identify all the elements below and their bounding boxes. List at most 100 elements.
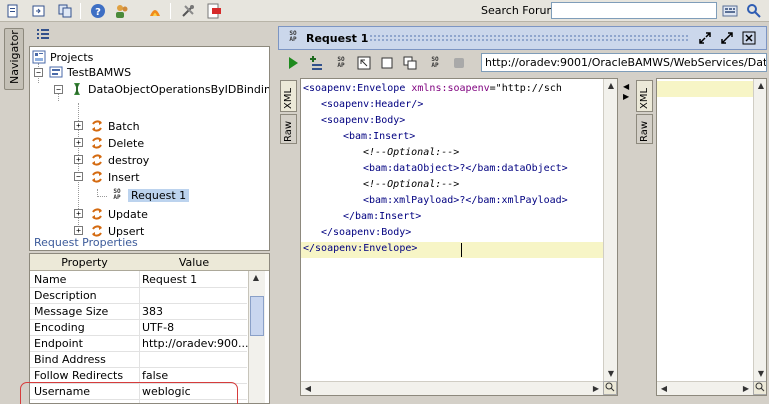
tree-toggle-expand[interactable]: + bbox=[74, 155, 83, 164]
recreate-request-icon[interactable] bbox=[355, 54, 373, 72]
property-key: Name bbox=[34, 273, 67, 286]
table-row[interactable]: Name Request 1 bbox=[30, 272, 247, 288]
response-xml-editor[interactable]: ▲ ▼ ◀ ▶ bbox=[656, 78, 767, 396]
create-empty-request-icon[interactable] bbox=[378, 54, 396, 72]
tree-toggle-expand[interactable]: + bbox=[74, 209, 83, 218]
clone-request-icon[interactable]: SO AP bbox=[332, 54, 350, 72]
scrollbar-thumb[interactable] bbox=[250, 296, 264, 336]
endpoint-url-field[interactable]: http://oradev:9001/OracleBAMWS/WebServic… bbox=[481, 53, 767, 72]
editor-horizontal-scrollbar[interactable]: ◀ ▶ bbox=[301, 381, 603, 395]
editor-vertical-scrollbar[interactable]: ▲ ▼ bbox=[603, 79, 617, 381]
navigator-panel: Projects − TestBAMWS − DataObjectOperati… bbox=[27, 24, 272, 404]
tree-node-operation[interactable]: Delete bbox=[90, 135, 144, 151]
code-line: <soapenv:Body> bbox=[321, 115, 406, 126]
table-row[interactable]: Description bbox=[30, 288, 247, 304]
tree-node-operation[interactable]: destroy bbox=[90, 152, 149, 168]
code-line: </bam:Insert> bbox=[343, 211, 422, 222]
property-value[interactable]: UTF-8 bbox=[142, 321, 174, 334]
operation-icon bbox=[90, 207, 104, 221]
collapse-all-icon[interactable] bbox=[34, 25, 52, 43]
code-line: <bam:xmlPayload>?</bam:xmlPayload> bbox=[363, 195, 568, 206]
property-value[interactable]: Request 1 bbox=[142, 273, 197, 286]
navigator-tab[interactable]: Navigator bbox=[4, 28, 24, 90]
find-icon[interactable] bbox=[753, 381, 766, 395]
tab-xml[interactable]: XML bbox=[280, 80, 297, 112]
property-key: Message Size bbox=[34, 305, 109, 318]
dock-icon[interactable] bbox=[697, 30, 713, 46]
create-mock-icon[interactable]: SO AP bbox=[426, 54, 444, 72]
import-project-icon[interactable] bbox=[30, 2, 48, 20]
add-to-testcase-icon[interactable] bbox=[307, 54, 325, 72]
operation-icon bbox=[90, 153, 104, 167]
current-line-highlight bbox=[657, 81, 753, 97]
tree-node-operation[interactable]: Insert bbox=[90, 169, 140, 185]
soapui-window: ? Search Forum Navigator Projects − Test… bbox=[0, 0, 769, 404]
property-value[interactable]: false bbox=[142, 369, 168, 382]
scroll-up-icon[interactable]: ▲ bbox=[604, 79, 617, 93]
tree-node-request[interactable]: SO AP Request 1 bbox=[110, 187, 190, 203]
maximize-icon[interactable] bbox=[719, 30, 735, 46]
help-icon[interactable]: ? bbox=[89, 2, 107, 20]
response-tab-raw[interactable]: Raw bbox=[636, 114, 653, 144]
table-row[interactable]: Bind Address bbox=[30, 352, 247, 368]
submit-request-icon[interactable] bbox=[284, 54, 302, 72]
tree-node-operation[interactable]: Update bbox=[90, 206, 148, 222]
property-key: Description bbox=[34, 289, 97, 302]
search-icon[interactable] bbox=[745, 2, 763, 20]
properties-scrollbar[interactable]: ▲ bbox=[248, 271, 265, 403]
scroll-up-icon[interactable]: ▲ bbox=[754, 79, 766, 93]
scroll-down-icon[interactable]: ▼ bbox=[754, 367, 766, 381]
forum-icon[interactable] bbox=[721, 2, 739, 20]
response-horizontal-scrollbar[interactable]: ◀ ▶ bbox=[657, 381, 753, 395]
tree-toggle-expand[interactable]: + bbox=[74, 226, 83, 235]
table-row[interactable]: Endpoint http://oradev:900... bbox=[30, 336, 249, 352]
copy-request-icon[interactable] bbox=[401, 54, 419, 72]
expand-left-icon[interactable]: ◀ bbox=[623, 82, 629, 91]
scroll-right-icon[interactable]: ▶ bbox=[739, 382, 753, 395]
save-all-icon[interactable] bbox=[56, 2, 74, 20]
scroll-left-icon[interactable]: ◀ bbox=[301, 382, 315, 395]
property-value[interactable]: http://oradev:900... bbox=[142, 337, 249, 350]
response-tab-xml[interactable]: XML bbox=[636, 80, 653, 112]
loadtest-icon[interactable] bbox=[146, 2, 164, 20]
tree-label-operation: Insert bbox=[108, 170, 140, 184]
editor-splitter[interactable]: ◀ ▶ bbox=[621, 78, 633, 396]
project-icon bbox=[49, 65, 63, 79]
scroll-up-icon[interactable]: ▲ bbox=[249, 271, 263, 285]
tree-toggle-collapse[interactable]: − bbox=[74, 172, 83, 181]
tree-toggle-collapse[interactable]: − bbox=[54, 85, 63, 94]
column-header-property[interactable]: Property bbox=[30, 256, 139, 269]
new-project-icon[interactable] bbox=[4, 2, 22, 20]
credentials-highlight bbox=[20, 382, 238, 404]
expand-right-icon[interactable]: ▶ bbox=[623, 92, 629, 101]
tree-toggle-expand[interactable]: + bbox=[74, 121, 83, 130]
tree-node-project[interactable]: TestBAMWS bbox=[49, 64, 131, 80]
tree-toggle-expand[interactable]: + bbox=[74, 138, 83, 147]
tree-node-interface[interactable]: DataObjectOperationsByIDBinding bbox=[70, 81, 269, 97]
table-row[interactable]: Encoding UTF-8 bbox=[30, 320, 247, 336]
scroll-left-icon[interactable]: ◀ bbox=[657, 382, 671, 395]
close-icon[interactable] bbox=[741, 30, 757, 46]
scroll-down-icon[interactable]: ▼ bbox=[604, 367, 617, 381]
project-tree: Projects − TestBAMWS − DataObjectOperati… bbox=[29, 46, 270, 251]
toolbar-separator bbox=[170, 3, 171, 19]
tree-toggle-collapse[interactable]: − bbox=[34, 68, 43, 77]
scroll-right-icon[interactable]: ▶ bbox=[589, 382, 603, 395]
exit-icon[interactable] bbox=[205, 2, 223, 20]
search-forum-label: Search Forum bbox=[481, 4, 558, 17]
search-forum-input[interactable] bbox=[551, 2, 717, 19]
response-vertical-scrollbar[interactable]: ▲ ▼ bbox=[753, 79, 766, 381]
tab-raw[interactable]: Raw bbox=[280, 114, 297, 144]
navigator-header bbox=[27, 24, 272, 44]
table-row[interactable]: Message Size 383 bbox=[30, 304, 247, 320]
find-icon[interactable] bbox=[603, 381, 617, 395]
tree-node-projects[interactable]: Projects bbox=[32, 49, 93, 65]
cancel-request-icon[interactable] bbox=[450, 54, 468, 72]
users-icon[interactable] bbox=[113, 2, 131, 20]
request-xml-editor[interactable]: <soapenv:Envelope xmlns:soapenv="http://… bbox=[300, 78, 618, 396]
column-header-value[interactable]: Value bbox=[140, 256, 248, 269]
property-value[interactable]: 383 bbox=[142, 305, 163, 318]
properties-header: Property Value bbox=[30, 254, 269, 271]
preferences-icon[interactable] bbox=[179, 2, 197, 20]
tree-node-operation[interactable]: Batch bbox=[90, 118, 140, 134]
